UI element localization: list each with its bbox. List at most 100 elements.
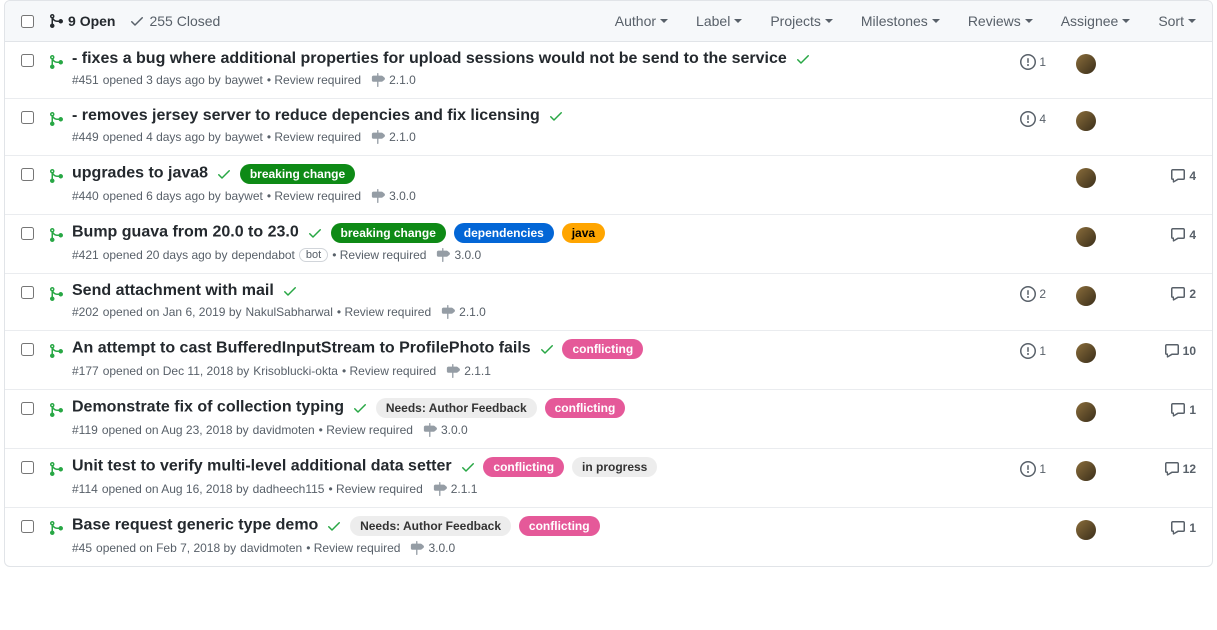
milestone-link[interactable]: 3.0.0 (454, 248, 481, 262)
label[interactable]: breaking change (240, 164, 355, 184)
filter-author[interactable]: Author (615, 13, 668, 29)
status-check-icon (216, 166, 232, 182)
row-checkbox[interactable] (21, 402, 34, 415)
row-checkbox[interactable] (21, 227, 34, 240)
milestone-link[interactable]: 2.1.0 (389, 130, 416, 144)
pr-subtitle: #202 opened on Jan 6, 2019 by NakulSabha… (72, 304, 986, 320)
pr-title-link[interactable]: Send attachment with mail (72, 282, 274, 299)
alert-count[interactable]: 1 (986, 461, 1046, 477)
milestone-icon (423, 422, 437, 438)
comments-count[interactable]: 10 (1126, 343, 1196, 359)
row-checkbox[interactable] (21, 168, 34, 181)
row-right: 1 (986, 516, 1196, 556)
pr-subtitle: #177 opened on Dec 11, 2018 by Krisobluc… (72, 363, 986, 379)
author-link[interactable]: baywet (225, 73, 263, 87)
row-checkbox[interactable] (21, 520, 34, 533)
assignee-avatar[interactable] (1076, 461, 1096, 481)
milestone-link[interactable]: 3.0.0 (441, 423, 468, 437)
row-checkbox[interactable] (21, 461, 34, 474)
pr-number: #440 (72, 189, 99, 203)
label[interactable]: Needs: Author Feedback (376, 398, 537, 418)
assignee-avatar[interactable] (1076, 402, 1096, 422)
author-link[interactable]: dadheech115 (253, 482, 325, 496)
author-link[interactable]: baywet (225, 130, 263, 144)
pull-request-open-icon (48, 54, 64, 70)
list-header: 9 Open 255 Closed Author Label Projects Mil… (5, 1, 1212, 42)
pr-title-link[interactable]: - fixes a bug where additional propertie… (72, 50, 787, 67)
alert-count[interactable]: 2 (986, 286, 1046, 302)
filter-sort[interactable]: Sort (1158, 13, 1196, 29)
pull-request-open-icon (48, 227, 64, 243)
comments-count[interactable]: 1 (1126, 520, 1196, 536)
label[interactable]: conflicting (545, 398, 626, 418)
closed-tab[interactable]: 255 Closed (129, 13, 220, 29)
assignee-col (1046, 168, 1126, 188)
row-checkbox[interactable] (21, 286, 34, 299)
assignee-avatar[interactable] (1076, 227, 1096, 247)
label[interactable]: Needs: Author Feedback (350, 516, 511, 536)
filter-label[interactable]: Label (696, 13, 742, 29)
assignee-avatar[interactable] (1076, 54, 1096, 74)
filter-milestones[interactable]: Milestones (861, 13, 940, 29)
filter-projects[interactable]: Projects (770, 13, 833, 29)
filter-reviews[interactable]: Reviews (968, 13, 1033, 29)
pr-row: - removes jersey server to reduce depenc… (5, 99, 1212, 156)
alert-count[interactable]: 4 (986, 111, 1046, 127)
row-checkbox[interactable] (21, 54, 34, 67)
pr-title-link[interactable]: Unit test to verify multi-level addition… (72, 458, 452, 475)
pr-title-link[interactable]: Base request generic type demo (72, 517, 318, 534)
pr-row: Unit test to verify multi-level addition… (5, 449, 1212, 508)
comments-count[interactable]: 4 (1126, 168, 1196, 184)
assignee-avatar[interactable] (1076, 343, 1096, 363)
label[interactable]: conflicting (519, 516, 600, 536)
comments-count[interactable]: 2 (1126, 286, 1196, 302)
select-all-checkbox[interactable] (21, 15, 34, 28)
author-link[interactable]: Krisoblucki-okta (253, 364, 338, 378)
author-link[interactable]: davidmoten (253, 423, 315, 437)
label[interactable]: dependencies (454, 223, 554, 243)
label[interactable]: conflicting (483, 457, 564, 477)
milestone-link[interactable]: 2.1.0 (459, 305, 486, 319)
author-link[interactable]: davidmoten (240, 541, 302, 555)
author-link[interactable]: NakulSabharwal (246, 305, 333, 319)
milestone-link[interactable]: 2.1.1 (464, 364, 491, 378)
pr-title-link[interactable]: Demonstrate fix of collection typing (72, 399, 344, 416)
row-checkbox[interactable] (21, 343, 34, 356)
milestone-link[interactable]: 2.1.0 (389, 73, 416, 87)
filter-assignee[interactable]: Assignee (1061, 13, 1131, 29)
row-checkbox[interactable] (21, 111, 34, 124)
pr-title-link[interactable]: Bump guava from 20.0 to 23.0 (72, 224, 299, 241)
pr-title-link[interactable]: upgrades to java8 (72, 165, 208, 182)
pr-title-link[interactable]: - removes jersey server to reduce depenc… (72, 107, 540, 124)
opened-text: opened 6 days ago by (103, 189, 221, 203)
assignee-avatar[interactable] (1076, 286, 1096, 306)
assignee-avatar[interactable] (1076, 111, 1096, 131)
assignee-avatar[interactable] (1076, 520, 1096, 540)
milestone-link[interactable]: 3.0.0 (389, 189, 416, 203)
alert-count[interactable]: 1 (986, 54, 1046, 70)
comments-count[interactable]: 1 (1126, 402, 1196, 418)
milestone-link[interactable]: 3.0.0 (428, 541, 455, 555)
label[interactable]: conflicting (562, 339, 643, 359)
label[interactable]: breaking change (331, 223, 446, 243)
author-link[interactable]: dependabot (231, 248, 294, 262)
milestone-link[interactable]: 2.1.1 (451, 482, 478, 496)
milestone-icon (410, 540, 424, 556)
comments-count[interactable]: 4 (1126, 227, 1196, 243)
pr-title-link[interactable]: An attempt to cast BufferedInputStream t… (72, 340, 531, 357)
label[interactable]: java (562, 223, 605, 243)
milestone-icon (371, 188, 385, 204)
comments-count[interactable]: 12 (1126, 461, 1196, 477)
comment-icon (1170, 286, 1186, 302)
review-status: Review required (342, 364, 436, 378)
alert-icon (1020, 343, 1036, 359)
comment-icon (1170, 402, 1186, 418)
status-check-icon (307, 225, 323, 241)
author-link[interactable]: baywet (225, 189, 263, 203)
assignee-avatar[interactable] (1076, 168, 1096, 188)
label[interactable]: in progress (572, 457, 657, 477)
open-tab[interactable]: 9 Open (48, 13, 115, 29)
pull-request-open-icon (48, 343, 64, 359)
pr-subtitle: #440 opened 6 days ago by baywet Review … (72, 188, 986, 204)
alert-count[interactable]: 1 (986, 343, 1046, 359)
